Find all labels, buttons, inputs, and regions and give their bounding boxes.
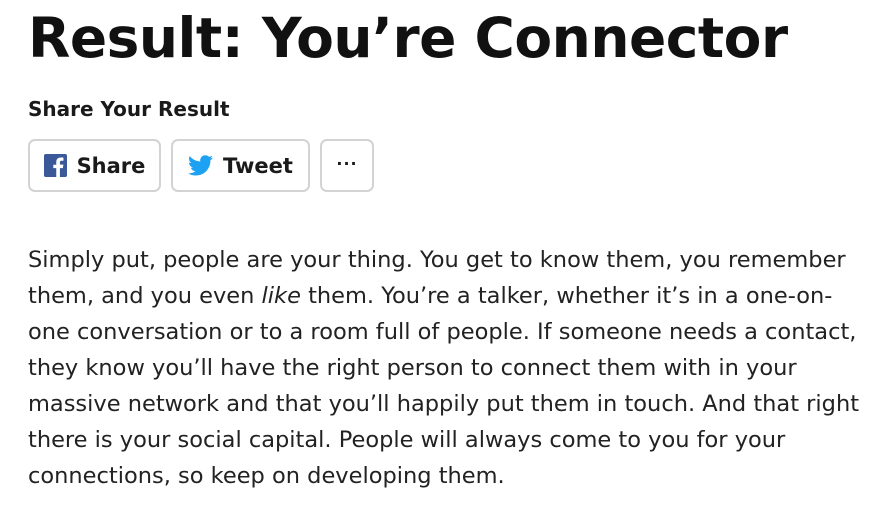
facebook-share-label: Share [76, 153, 146, 178]
tweet-label: Tweet [223, 153, 293, 178]
result-description: Simply put, people are your thing. You g… [28, 242, 868, 494]
description-emphasis: like [261, 283, 301, 309]
description-text-end: them. You’re a talker, whether it’s in a… [28, 283, 860, 489]
facebook-share-button[interactable]: Share [28, 139, 161, 192]
page-title: Result: You’re Connector [28, 6, 788, 70]
twitter-bird-icon [188, 155, 214, 176]
more-dots-icon: ··· [336, 153, 358, 173]
tweet-button[interactable]: Tweet [171, 139, 310, 192]
more-share-options-button[interactable]: ··· [320, 139, 374, 192]
share-button-group: Share Tweet ··· [28, 139, 374, 192]
facebook-icon [43, 154, 67, 177]
share-heading: Share Your Result [28, 97, 230, 121]
